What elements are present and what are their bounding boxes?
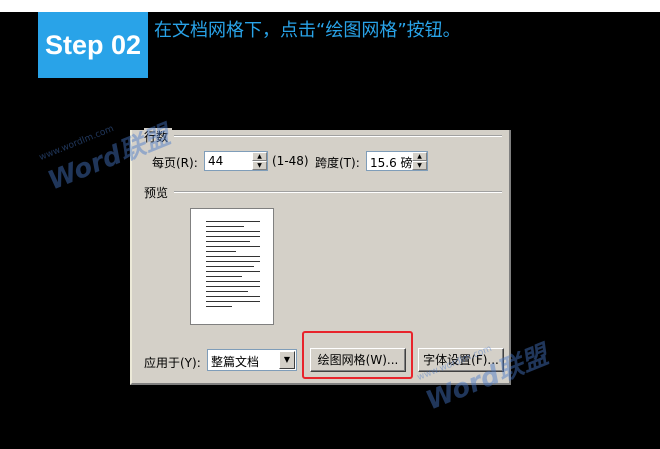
preview-group-title: 预览 [144,184,173,201]
preview-line [206,276,242,277]
preview-line [206,291,248,292]
preview-line [206,256,260,257]
per-page-range: (1-48) [272,154,309,168]
preview-line [206,261,260,262]
page-preview [190,208,274,325]
spin-down-icon[interactable]: ▼ [252,161,267,170]
preview-line [206,306,232,307]
per-page-spinner[interactable]: 44 ▲ ▼ [204,151,268,171]
preview-line [206,266,254,267]
preview-line [206,301,260,302]
apply-to-select[interactable]: 整篇文档 ▼ [207,349,297,371]
preview-line [206,286,260,287]
preview-line [206,246,260,247]
preview-line [206,236,260,237]
preview-line [206,221,260,222]
preview-line [206,241,250,242]
apply-to-label: 应用于(Y): [144,356,201,370]
step-badge: Step 02 [38,12,148,78]
apply-to-value: 整篇文档 [211,355,260,369]
pitch-value: 15.6 磅 [370,156,413,170]
instruction-text: 在文档网格下，点击“绘图网格”按钮。 [154,20,461,41]
pitch-label: 跨度(T): [315,156,360,170]
spin-down-icon[interactable]: ▼ [412,161,427,170]
preview-group-divider [174,191,502,193]
preview-line [206,281,260,282]
lines-group-divider [174,135,502,137]
highlight-box [302,331,413,379]
spin-up-icon[interactable]: ▲ [412,152,427,161]
per-page-label: 每页(R): [152,156,198,170]
per-page-value: 44 [208,154,224,168]
spin-up-icon[interactable]: ▲ [252,152,267,161]
preview-line [206,231,260,232]
preview-line [206,251,236,252]
preview-line [206,296,260,297]
chevron-down-icon[interactable]: ▼ [279,351,295,369]
pitch-spinner[interactable]: 15.6 磅 ▲ ▼ [366,151,428,171]
preview-line [206,226,244,227]
preview-line [206,271,260,272]
